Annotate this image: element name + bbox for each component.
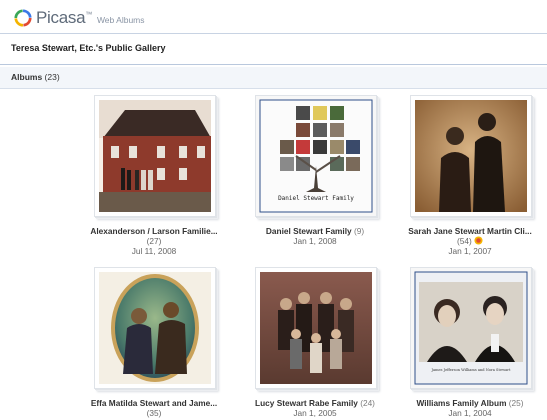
header: Picasa™ Web Albums [0, 0, 547, 34]
house-photo [99, 100, 211, 212]
family-tree-collage: Daniel Stewart Family [256, 96, 376, 216]
title-divider [0, 64, 547, 65]
picasa-logo[interactable]: Picasa™ Web Albums [14, 8, 145, 28]
group-family-photo [260, 272, 372, 384]
album-title[interactable]: Daniel Stewart Family (9) [235, 226, 395, 236]
album-title[interactable]: Effa Matilda Stewart and Jame... [74, 398, 234, 408]
album-count-row: (54) [390, 236, 547, 246]
album-date: Jan 1, 2004 [448, 408, 492, 418]
album-count: (27) [146, 236, 162, 246]
album-date: Jan 1, 2008 [293, 236, 337, 246]
header-divider [0, 33, 547, 34]
collage-caption: Daniel Stewart Family [278, 195, 354, 202]
albums-heading[interactable]: Albums (23) [11, 72, 60, 82]
album-title[interactable]: Williams Family Album (25) [390, 398, 547, 408]
picasa-pinwheel-icon [14, 9, 32, 27]
album-thumbnail[interactable] [94, 267, 216, 389]
couple-photo [415, 100, 527, 212]
album-title[interactable]: Alexanderson / Larson Familie... [74, 226, 234, 236]
picasa-wordmark: Picasa™ [36, 8, 92, 27]
oval-portrait-photo [99, 272, 211, 384]
album-title[interactable]: Lucy Stewart Rabe Family (24) [235, 398, 395, 408]
album-title[interactable]: Sarah Jane Stewart Martin Cli... [390, 226, 547, 236]
album-thumbnail[interactable] [94, 95, 216, 217]
album-date: Jan 1, 2007 [448, 246, 492, 256]
gallery-title: Teresa Stewart, Etc.'s Public Gallery [11, 43, 166, 53]
shared-badge-icon [474, 236, 483, 245]
photo-caption: James Jefferson Williams and Nora Stewar… [431, 368, 511, 372]
album-thumbnail[interactable] [255, 267, 377, 389]
williams-portrait-photo: James Jefferson Williams and Nora Stewar… [411, 268, 531, 388]
album-thumbnail[interactable]: James Jefferson Williams and Nora Stewar… [410, 267, 532, 389]
albums-bar: Albums (23) [0, 67, 547, 89]
album-thumbnail[interactable]: Daniel Stewart Family [255, 95, 377, 217]
web-albums-label: Web Albums [96, 15, 145, 25]
album-date: Jul 11, 2008 [131, 246, 177, 256]
album-count: (35) [146, 408, 162, 418]
album-date: Jan 1, 2005 [293, 408, 337, 418]
album-thumbnail[interactable] [410, 95, 532, 217]
